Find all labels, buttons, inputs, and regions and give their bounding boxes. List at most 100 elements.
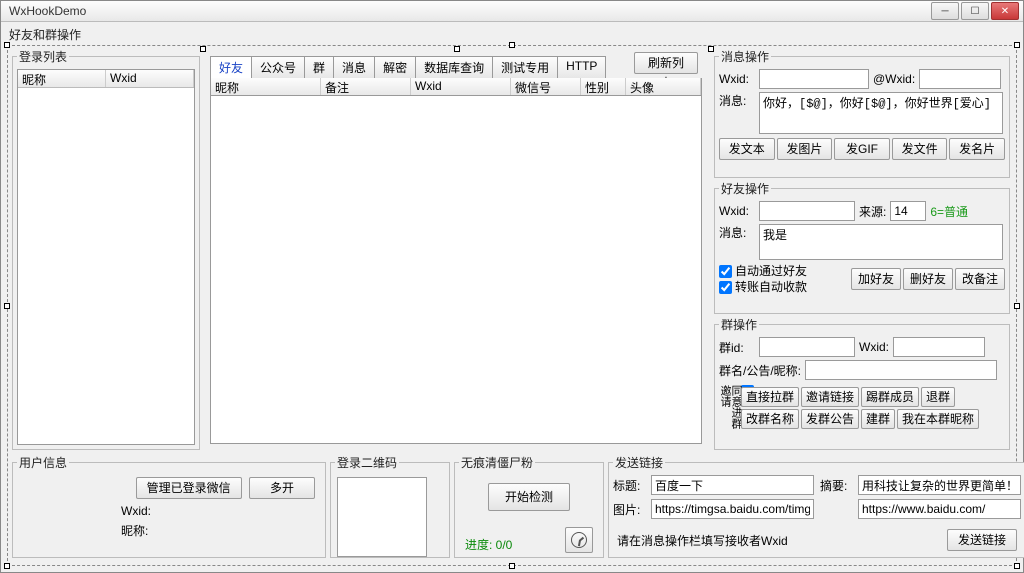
my-group-nick-button[interactable]: 我在本群昵称 xyxy=(897,409,979,429)
timer-button[interactable] xyxy=(565,527,593,553)
center-area: 刷新列表 好友 公众号 群 消息 解密 数据库查询 测试专用 HTTP 昵称 备… xyxy=(204,50,710,448)
link-url-input[interactable] xyxy=(858,499,1021,519)
multi-open-button[interactable]: 多开 xyxy=(249,477,315,499)
tab-test[interactable]: 测试专用 xyxy=(492,56,558,78)
group-ops-legend: 群操作 xyxy=(719,316,759,333)
maximize-button[interactable]: ☐ xyxy=(961,2,989,20)
auto-collect-check[interactable]: 转账自动收款 xyxy=(719,280,807,294)
group-announce-button[interactable]: 发群公告 xyxy=(801,409,859,429)
body-area: 好友和群操作 登录列表 昵称 Wxid xyxy=(1,22,1023,572)
col-gender[interactable]: 性别 xyxy=(581,78,626,95)
auto-accept-check[interactable]: 自动通过好友 xyxy=(719,264,807,278)
login-list-table[interactable]: 昵称 Wxid xyxy=(17,69,195,445)
tab-http[interactable]: HTTP xyxy=(557,56,606,78)
msg-content-input[interactable]: 你好，[$@]，你好[$@]，你好世界[爱心] xyxy=(759,92,1003,134)
create-group-button[interactable]: 建群 xyxy=(861,409,895,429)
link-title-input[interactable] xyxy=(651,475,814,495)
col-wechatnum[interactable]: 微信号 xyxy=(511,78,581,95)
rename-group-button[interactable]: 改群名称 xyxy=(741,409,799,429)
userinfo-nick-label: 昵称: xyxy=(121,524,148,538)
send-link-button[interactable]: 发送链接 xyxy=(947,529,1017,551)
tab-bar: 好友 公众号 群 消息 解密 数据库查询 测试专用 HTTP xyxy=(210,56,605,78)
progress-value: 0/0 xyxy=(496,538,513,552)
kick-member-button[interactable]: 踢群成员 xyxy=(861,387,919,407)
tab-db-query[interactable]: 数据库查询 xyxy=(415,56,493,78)
quit-group-button[interactable]: 退群 xyxy=(921,387,955,407)
friend-ops-legend: 好友操作 xyxy=(719,180,771,197)
msg-atwxid-input[interactable] xyxy=(919,69,1001,89)
auto-collect-label: 转账自动收款 xyxy=(735,280,807,294)
send-file-button[interactable]: 发文件 xyxy=(892,138,948,160)
minimize-button[interactable]: ─ xyxy=(931,2,959,20)
del-friend-button[interactable]: 删好友 xyxy=(903,268,953,290)
userinfo-wxid-label: Wxid: xyxy=(121,504,151,518)
window-title: WxHookDemo xyxy=(9,4,86,18)
invite-link-button[interactable]: 邀请链接 xyxy=(801,387,859,407)
friends-grid-body[interactable] xyxy=(210,96,702,444)
friend-wxid-input[interactable] xyxy=(759,201,855,221)
manage-login-button[interactable]: 管理已登录微信 xyxy=(136,477,242,499)
selection-handle[interactable] xyxy=(4,303,10,309)
friend-ops-group: 好友操作 Wxid: 来源: 6=普通 消息: 我是 自动通过好友 转账自动收款 xyxy=(714,180,1010,314)
title-bar: WxHookDemo ─ ☐ ✕ xyxy=(1,1,1023,22)
selection-handle[interactable] xyxy=(1014,563,1020,569)
msg-atwxid-label: @Wxid: xyxy=(873,72,915,86)
group-wxid-input[interactable] xyxy=(893,337,985,357)
link-img-label: 图片: xyxy=(613,501,645,518)
tab-groups[interactable]: 群 xyxy=(304,56,334,78)
send-card-button[interactable]: 发名片 xyxy=(949,138,1005,160)
friend-source-hint: 6=普通 xyxy=(930,203,968,220)
add-friend-button[interactable]: 加好友 xyxy=(851,268,901,290)
col-wxid[interactable]: Wxid xyxy=(411,78,511,95)
start-detect-button[interactable]: 开始检测 xyxy=(488,483,570,511)
close-button[interactable]: ✕ xyxy=(991,2,1019,20)
selection-handle[interactable] xyxy=(1014,303,1020,309)
window-buttons: ─ ☐ ✕ xyxy=(931,2,1019,20)
agree-invite-label: 同意进群邀请 xyxy=(719,385,742,429)
login-col-nick[interactable]: 昵称 xyxy=(18,70,106,87)
friend-source-label: 来源: xyxy=(859,203,886,220)
qrcode-legend: 登录二维码 xyxy=(335,454,399,471)
login-list-legend: 登录列表 xyxy=(17,48,69,65)
selection-handle[interactable] xyxy=(200,46,206,52)
friends-grid-header: 昵称 备注 Wxid 微信号 性别 头像 xyxy=(210,78,702,96)
send-text-button[interactable]: 发文本 xyxy=(719,138,775,160)
send-link-legend: 发送链接 xyxy=(613,454,665,471)
qrcode-group: 登录二维码 xyxy=(330,454,450,558)
group-wxid-label: Wxid: xyxy=(859,340,889,354)
send-link-group: 发送链接 标题: 摘要: 图片: 请在消息操作栏填写接收者Wxid 发送链接 xyxy=(608,454,1024,558)
tab-friends[interactable]: 好友 xyxy=(210,56,252,78)
login-col-wxid[interactable]: Wxid xyxy=(106,70,194,87)
friend-msg-input[interactable]: 我是 xyxy=(759,224,1003,260)
user-info-legend: 用户信息 xyxy=(17,454,69,471)
pull-group-button[interactable]: 直接拉群 xyxy=(741,387,799,407)
msg-wxid-input[interactable] xyxy=(759,69,869,89)
tab-messages[interactable]: 消息 xyxy=(333,56,375,78)
selection-handle[interactable] xyxy=(509,563,515,569)
selection-handle[interactable] xyxy=(4,42,10,48)
group-name-input[interactable] xyxy=(805,360,997,380)
change-remark-button[interactable]: 改备注 xyxy=(955,268,1005,290)
zombie-legend: 无痕清僵尸粉 xyxy=(459,454,535,471)
refresh-list-button[interactable]: 刷新列表 xyxy=(634,52,698,74)
selection-handle[interactable] xyxy=(4,563,10,569)
login-list-header: 昵称 Wxid xyxy=(18,70,194,88)
tab-decrypt[interactable]: 解密 xyxy=(374,56,416,78)
selection-handle[interactable] xyxy=(509,42,515,48)
col-remark[interactable]: 备注 xyxy=(321,78,411,95)
selection-handle[interactable] xyxy=(1014,42,1020,48)
app-window: WxHookDemo ─ ☐ ✕ 好友和群操作 登录列表 昵称 xyxy=(0,0,1024,573)
col-avatar[interactable]: 头像 xyxy=(626,78,701,95)
send-gif-button[interactable]: 发GIF xyxy=(834,138,890,160)
group-id-input[interactable] xyxy=(759,337,855,357)
col-nick[interactable]: 昵称 xyxy=(211,78,321,95)
link-img-input[interactable] xyxy=(651,499,814,519)
message-ops-legend: 消息操作 xyxy=(719,48,771,65)
send-image-button[interactable]: 发图片 xyxy=(777,138,833,160)
group-id-label: 群id: xyxy=(719,339,755,356)
friend-source-input[interactable] xyxy=(890,201,926,221)
tab-official[interactable]: 公众号 xyxy=(251,56,305,78)
link-summary-input[interactable] xyxy=(858,475,1021,495)
selection-handle[interactable] xyxy=(454,46,460,52)
group-ops-group: 群操作 群id: Wxid: 群名/公告/昵称: 同意进群邀请 xyxy=(714,316,1010,450)
